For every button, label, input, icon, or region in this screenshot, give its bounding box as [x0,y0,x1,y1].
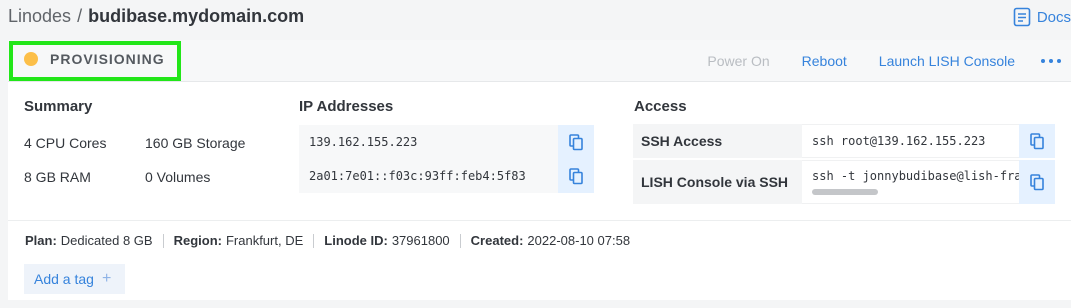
status-label: PROVISIONING [50,51,165,67]
plus-icon: + [101,270,112,287]
docs-label: Docs [1036,8,1071,26]
region-value: Frankfurt, DE [225,233,304,248]
launch-lish-console-button[interactable]: Launch LISH Console [863,53,1031,69]
plan-label: Plan: [25,233,57,248]
ip-addresses-title: IP Addresses [299,98,394,115]
summary-title: Summary [24,98,93,115]
cpu-cores: 4 CPU Cores [24,135,107,151]
ssh-access-row: SSH Access ssh root@139.162.155.223 [633,124,1055,158]
ssh-access-label: SSH Access [633,124,802,158]
linode-meta: Plan: Dedicated 8 GB Region: Frankfurt, … [25,233,630,248]
action-bar: Power On Reboot Launch LISH Console [691,40,1071,82]
add-tag-button[interactable]: Add a tag + [24,264,125,294]
docs-link[interactable]: Docs [1013,7,1071,27]
lish-console-label: LISH Console via SSH [633,160,802,204]
access-title: Access [634,98,687,115]
horizontal-scrollbar[interactable] [812,189,878,195]
lish-console-row: LISH Console via SSH ssh -t jonnybudibas… [633,160,1055,204]
divider [162,233,164,248]
created-info: Created: 2022-08-10 07:58 [471,233,630,248]
status-dot-icon [24,52,38,66]
copy-icon[interactable] [1019,160,1055,204]
linode-footer: Plan: Dedicated 8 GB Region: Frankfurt, … [8,220,1071,300]
more-horizontal-icon[interactable] [1031,40,1071,82]
volumes: 0 Volumes [145,169,211,185]
plan-value: Dedicated 8 GB [60,233,153,248]
add-tag-label: Add a tag [34,271,94,287]
linode-id-value: 37961800 [391,233,450,248]
linode-detail-card: PROVISIONING Power On Reboot Launch LISH… [8,40,1071,300]
storage: 160 GB Storage [145,135,246,151]
lish-console-command-text: ssh -t jonnybudibase@lish-frankfurt.lino… [812,169,1019,183]
copy-icon[interactable] [1019,124,1055,158]
status-indicator: PROVISIONING [24,51,165,67]
copy-icon[interactable] [558,159,594,193]
ipv6-address: 2a01:7e01::f03c:93ff:feb4:5f83 [299,159,558,193]
linode-id-label: Linode ID: [324,233,388,248]
divider [313,233,315,248]
region-info: Region: Frankfurt, DE [174,233,304,248]
ssh-access-command[interactable]: ssh root@139.162.155.223 [802,124,1019,158]
status-bar: PROVISIONING Power On Reboot Launch LISH… [8,40,1071,82]
breadcrumb-separator: / [77,6,83,26]
power-on-button[interactable]: Power On [691,53,785,69]
region-label: Region: [173,233,222,248]
page-title[interactable]: budibase.mydomain.com [88,6,304,27]
lish-console-command[interactable]: ssh -t jonnybudibase@lish-frankfurt.lino… [802,160,1019,204]
linode-id-info: Linode ID: 37961800 [324,233,449,248]
created-value: 2022-08-10 07:58 [527,233,631,248]
breadcrumb: Linodes / budibase.mydomain.com [8,6,304,27]
copy-icon[interactable] [558,125,594,159]
ipv4-row: 139.162.155.223 [299,125,594,159]
document-icon [1013,7,1031,27]
ipv6-row: 2a01:7e01::f03c:93ff:feb4:5f83 [299,159,594,193]
ssh-access-command-text: ssh root@139.162.155.223 [812,134,986,148]
breadcrumb-linodes-link[interactable]: Linodes [8,6,71,27]
reboot-button[interactable]: Reboot [786,53,863,69]
created-label: Created: [470,233,524,248]
ipv4-address: 139.162.155.223 [299,125,558,159]
divider [459,233,461,248]
plan-info: Plan: Dedicated 8 GB [25,233,153,248]
ram: 8 GB RAM [24,169,91,185]
